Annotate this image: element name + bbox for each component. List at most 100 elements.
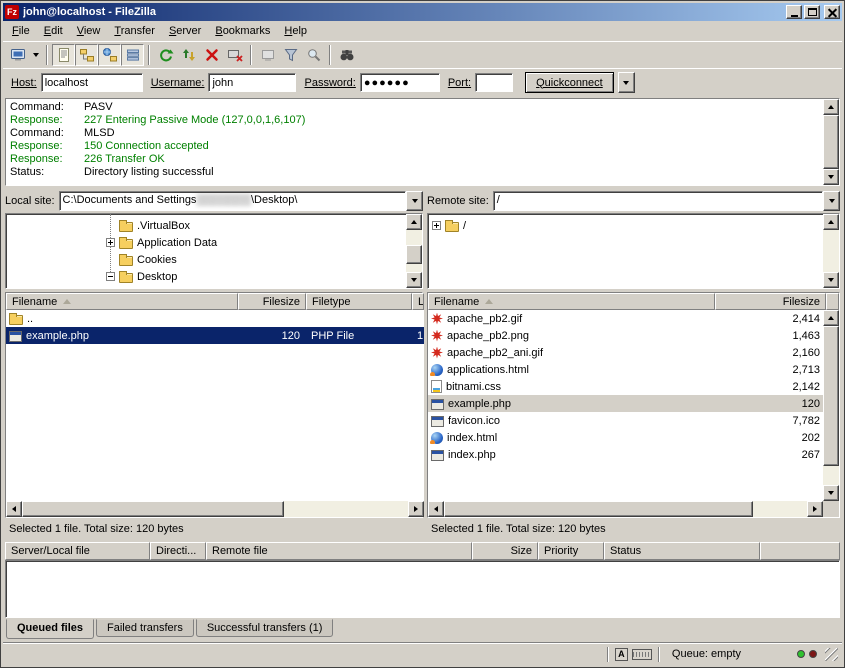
tree-item[interactable]: / (428, 217, 823, 234)
file-row[interactable]: apache_pb2.png1,463 (428, 327, 823, 344)
local-site-dropdown-button[interactable] (406, 191, 423, 211)
tree-item[interactable]: .VirtualBox (6, 217, 406, 234)
tree-item[interactable]: Application Data (6, 234, 406, 251)
local-list-hscrollbar[interactable] (6, 501, 424, 517)
toggle-queue-button[interactable] (121, 44, 144, 66)
file-row-selected[interactable]: example.php120 (428, 395, 823, 412)
filter-button[interactable] (279, 44, 302, 66)
tab-queued-files[interactable]: Queued files (6, 619, 94, 639)
file-row[interactable]: index.html202 (428, 429, 823, 446)
remote-site-combo[interactable]: / (493, 191, 840, 211)
local-tree-scrollbar[interactable] (406, 214, 422, 288)
search-button[interactable] (302, 44, 325, 66)
column-header-direction[interactable]: Directi... (150, 542, 206, 560)
scroll-down-button[interactable] (823, 272, 839, 288)
menu-bookmarks[interactable]: Bookmarks (208, 23, 277, 39)
local-site-combo[interactable]: C:\Documents and Settings▒▒▒▒▒▒▒\Desktop… (59, 191, 423, 211)
cancel-button[interactable] (200, 44, 223, 66)
column-header-priority[interactable]: Priority (538, 542, 604, 560)
column-header-status[interactable]: Status (604, 542, 760, 560)
collapse-icon[interactable] (106, 272, 115, 281)
remote-list-vscrollbar[interactable] (823, 310, 839, 501)
column-header-size[interactable]: Size (472, 542, 538, 560)
remote-site-dropdown-button[interactable] (823, 191, 840, 211)
scroll-right-button[interactable] (408, 501, 424, 517)
process-queue-button[interactable] (177, 44, 200, 66)
scroll-up-button[interactable] (823, 310, 839, 326)
transfer-type-ascii-icon[interactable] (615, 648, 628, 661)
menu-file[interactable]: File (5, 23, 37, 39)
quickconnect-button[interactable]: Quickconnect (525, 72, 614, 93)
close-button[interactable] (824, 5, 840, 19)
menu-server[interactable]: Server (162, 23, 208, 39)
toggle-local-tree-button[interactable] (75, 44, 98, 66)
remote-tree-scrollbar[interactable] (823, 214, 839, 288)
scrollbar-track[interactable] (823, 326, 839, 485)
file-row[interactable]: apache_pb2.gif2,414 (428, 310, 823, 327)
titlebar[interactable]: john@localhost - FileZilla (3, 3, 842, 21)
column-header-filesize[interactable]: Filesize (238, 293, 306, 310)
username-input[interactable] (208, 73, 296, 92)
scrollbar-track[interactable] (444, 501, 807, 517)
scrollbar-thumb[interactable] (823, 115, 839, 169)
toggle-log-button[interactable] (52, 44, 75, 66)
tree-item[interactable]: Desktop (6, 268, 406, 285)
scroll-up-button[interactable] (406, 214, 422, 230)
scroll-left-button[interactable] (6, 501, 22, 517)
password-input[interactable] (360, 73, 440, 92)
scroll-down-button[interactable] (823, 169, 839, 185)
expand-icon[interactable] (432, 221, 441, 230)
column-header-remote-file[interactable]: Remote file (206, 542, 472, 560)
scrollbar-thumb[interactable] (823, 326, 839, 466)
column-header-filename[interactable]: Filename (428, 293, 715, 310)
scroll-down-button[interactable] (823, 485, 839, 501)
scroll-right-button[interactable] (807, 501, 823, 517)
minimize-button[interactable] (786, 5, 802, 19)
scrollbar-track[interactable] (823, 115, 839, 169)
menu-view[interactable]: View (70, 23, 108, 39)
menu-help[interactable]: Help (277, 23, 314, 39)
toggle-remote-tree-button[interactable] (98, 44, 121, 66)
tab-failed-transfers[interactable]: Failed transfers (96, 619, 194, 637)
site-manager-dropdown-button[interactable] (29, 44, 42, 66)
file-row[interactable]: .. (6, 310, 424, 327)
scrollbar-thumb[interactable] (406, 245, 422, 264)
site-manager-button[interactable] (6, 44, 29, 66)
disconnect-button[interactable] (223, 44, 246, 66)
find-files-button[interactable] (335, 44, 358, 66)
scrollbar-track[interactable] (406, 230, 422, 272)
port-input[interactable] (475, 73, 513, 92)
quickconnect-dropdown-button[interactable] (618, 72, 635, 93)
file-row[interactable]: bitnami.css2,142 (428, 378, 823, 395)
scrollbar-thumb[interactable] (444, 501, 753, 517)
remote-list-hscrollbar[interactable] (428, 501, 823, 517)
scrollbar-track[interactable] (22, 501, 408, 517)
log-scrollbar[interactable] (823, 99, 839, 185)
scroll-up-button[interactable] (823, 99, 839, 115)
reconnect-button[interactable] (256, 44, 279, 66)
menu-transfer[interactable]: Transfer (107, 23, 162, 39)
scrollbar-thumb[interactable] (22, 501, 284, 517)
column-header-filename[interactable]: Filename (6, 293, 238, 310)
scroll-left-button[interactable] (428, 501, 444, 517)
file-row-selected[interactable]: example.php 120 PHP File 1 (6, 327, 424, 344)
maximize-button[interactable] (804, 5, 820, 19)
local-site-path[interactable]: C:\Documents and Settings▒▒▒▒▒▒▒\Desktop… (59, 191, 406, 211)
file-row[interactable]: favicon.ico7,782 (428, 412, 823, 429)
host-input[interactable] (41, 73, 143, 92)
file-row[interactable]: applications.html2,713 (428, 361, 823, 378)
resize-grip[interactable] (825, 648, 838, 661)
refresh-button[interactable] (154, 44, 177, 66)
column-header-filesize[interactable]: Filesize (715, 293, 826, 310)
scroll-down-button[interactable] (406, 272, 422, 288)
queue-body[interactable] (5, 560, 840, 618)
file-row[interactable]: index.php267 (428, 446, 823, 463)
tree-item[interactable]: Cookies (6, 251, 406, 268)
column-header-server-local-file[interactable]: Server/Local file (5, 542, 150, 560)
menu-edit[interactable]: Edit (37, 23, 70, 39)
tab-successful-transfers[interactable]: Successful transfers (1) (196, 619, 334, 637)
scrollbar-track[interactable] (823, 230, 839, 272)
file-row[interactable]: apache_pb2_ani.gif2,160 (428, 344, 823, 361)
scroll-up-button[interactable] (823, 214, 839, 230)
column-header-filetype[interactable]: Filetype (306, 293, 412, 310)
